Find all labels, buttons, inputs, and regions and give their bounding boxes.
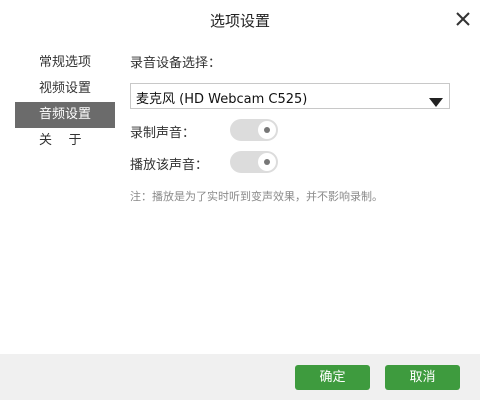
- playback-sound-toggle[interactable]: [230, 151, 278, 173]
- toggle-knob: [258, 153, 276, 171]
- sidebar-item-video[interactable]: 视频设置: [15, 76, 115, 102]
- toggle-knob: [258, 121, 276, 139]
- device-select[interactable]: 麦克风 (HD Webcam C525): [130, 83, 450, 109]
- device-select-value: 麦克风 (HD Webcam C525): [136, 92, 308, 107]
- sidebar-item-about[interactable]: 关 于: [15, 128, 115, 154]
- sidebar-item-general[interactable]: 常规选项: [15, 50, 115, 76]
- record-sound-label: 录制声音：: [130, 126, 196, 141]
- caret-down-icon: [429, 92, 443, 111]
- title-bar: 选项设置: [0, 0, 480, 38]
- playback-sound-label: 播放该声音：: [130, 158, 209, 173]
- ok-button[interactable]: 确定: [295, 365, 370, 390]
- record-row: 录制声音：: [130, 119, 278, 141]
- sidebar: 常规选项 视频设置 音频设置 关 于: [15, 50, 115, 154]
- cancel-button[interactable]: 取消: [385, 365, 460, 390]
- options-dialog: 选项设置 常规选项 视频设置 音频设置 关 于 录音设备选择： 麦克风 (HD …: [0, 0, 480, 400]
- playback-row: 播放该声音：: [130, 151, 278, 173]
- dialog-title: 选项设置: [209, 12, 270, 30]
- footer-bar: 确定 取消: [0, 354, 480, 400]
- sidebar-item-audio[interactable]: 音频设置: [15, 102, 115, 128]
- close-icon[interactable]: [452, 8, 474, 30]
- note-text: 注：播放是为了实时听到变声效果，并不影响录制。: [130, 190, 383, 203]
- device-label: 录音设备选择：: [130, 56, 222, 71]
- record-sound-toggle[interactable]: [230, 119, 278, 141]
